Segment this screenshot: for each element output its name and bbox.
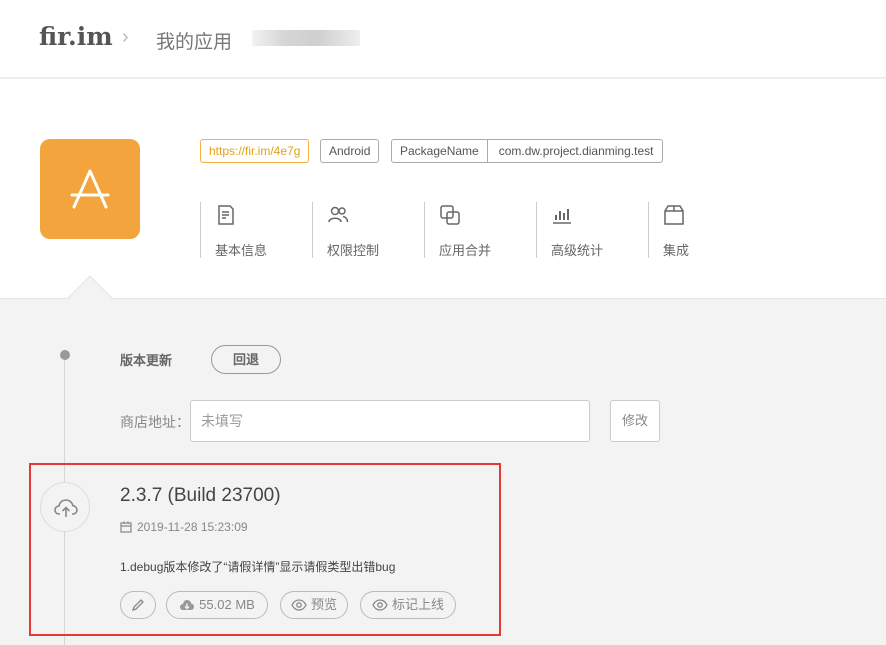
store-url-label: 商店地址： (120, 414, 190, 430)
timeline-dot (60, 350, 70, 360)
store-url-input[interactable]: 未填写 (190, 400, 590, 442)
platform-tag: Android (320, 139, 380, 163)
app-icon (40, 139, 140, 239)
highlight-box (29, 463, 501, 636)
nav-advanced-stats[interactable]: 高级统计 (536, 202, 648, 258)
nav-app-merge[interactable]: 应用合并 (424, 202, 536, 258)
package-name-tag: PackageName com.dw.project.dianming.test (391, 139, 664, 163)
bar-chart-icon (553, 209, 571, 224)
redacted-app-name (252, 30, 360, 46)
nav-permissions[interactable]: 权限控制 (312, 202, 424, 258)
nav-label: 基本信息 (215, 243, 268, 258)
nav-label: 应用合并 (439, 243, 492, 258)
package-value: com.dw.project.dianming.test (486, 140, 663, 162)
top-bar: fir.im › 我的应用 (0, 0, 886, 78)
active-tab-pointer (67, 275, 113, 321)
box-icon (664, 205, 684, 225)
app-header: https://fir.im/4e7g Android PackageName … (0, 79, 886, 321)
version-update-label: 版本更新 (120, 353, 173, 368)
nav-label: 集成 (663, 243, 690, 258)
short-link-tag[interactable]: https://fir.im/4e7g (200, 139, 310, 163)
logo[interactable]: fir.im (39, 22, 113, 51)
app-store-a-icon (70, 169, 110, 209)
nav-label: 高级统计 (551, 243, 604, 258)
package-label: PackageName (400, 144, 479, 158)
rollback-button[interactable]: 回退 (211, 345, 281, 374)
chevron-right-icon: › (122, 26, 129, 48)
edit-store-button[interactable]: 修改 (610, 400, 660, 442)
merge-icon (440, 205, 460, 225)
users-icon (328, 206, 349, 223)
nav-label: 权限控制 (327, 243, 380, 258)
nav-basic-info[interactable]: 基本信息 (200, 202, 312, 258)
breadcrumb-my-apps[interactable]: 我的应用 (156, 27, 232, 54)
document-icon (218, 205, 234, 225)
nav-integration[interactable]: 集成 (648, 202, 760, 258)
